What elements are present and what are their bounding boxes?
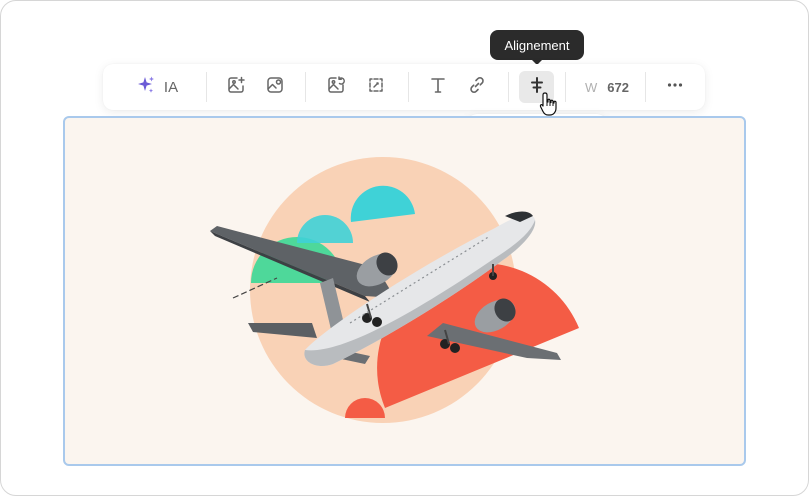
edit-image-button[interactable]: [258, 71, 292, 103]
image-rotate-icon: [326, 75, 346, 100]
word-count-label: W: [585, 79, 598, 95]
airplane-illustration: [210, 157, 579, 423]
toolbar-divider: [508, 72, 509, 102]
ia-label: IA: [163, 78, 179, 96]
toolbar-divider: [408, 72, 409, 102]
word-count: W 672: [577, 71, 637, 103]
image-edit-icon: [265, 75, 285, 100]
more-icon: [665, 75, 685, 100]
text-icon: [428, 75, 448, 100]
toolbar-divider: [305, 72, 306, 102]
image-crop-icon: [366, 75, 386, 100]
more-button[interactable]: [658, 71, 692, 103]
image-toolbar: IA W 672: [103, 64, 705, 110]
rotate-image-button[interactable]: [319, 71, 353, 103]
editor-frame: Alignement IA W 672: [0, 0, 809, 496]
link-icon: [467, 75, 487, 100]
selected-image[interactable]: [63, 116, 746, 466]
crop-image-button[interactable]: [359, 71, 393, 103]
toolbar-divider: [206, 72, 207, 102]
word-count-value: 672: [607, 79, 629, 95]
toolbar-divider: [565, 72, 566, 102]
sparkle-icon: [136, 75, 156, 100]
tooltip-text: Alignement: [504, 37, 570, 53]
text-button[interactable]: [421, 71, 455, 103]
hand-cursor-icon: [539, 92, 557, 116]
link-button[interactable]: [460, 71, 494, 103]
alignment-tooltip: Alignement: [490, 30, 584, 65]
ia-button[interactable]: IA: [123, 71, 191, 103]
add-image-button[interactable]: [219, 71, 253, 103]
toolbar-divider: [645, 72, 646, 102]
image-add-icon: [226, 75, 246, 100]
